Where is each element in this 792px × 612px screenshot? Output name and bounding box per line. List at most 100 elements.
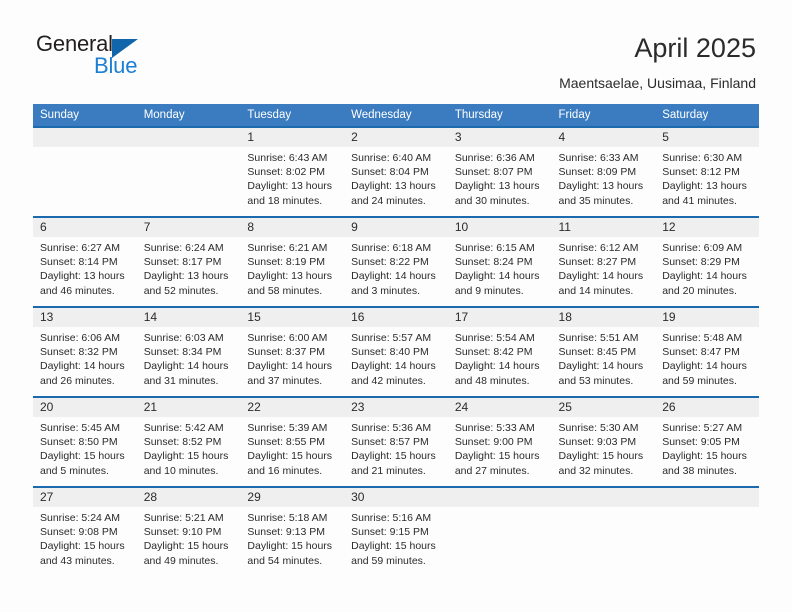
day-number: 21 <box>136 398 241 417</box>
day-number: 17 <box>447 308 552 327</box>
day-detail-line: and 21 minutes. <box>351 464 426 477</box>
day-detail-line: Daylight: 13 hours <box>247 180 333 193</box>
day-detail-line: Sunset: 8:40 PM <box>351 346 429 359</box>
day-number: 26 <box>655 398 759 417</box>
calendar-day-cell[interactable]: 25 Sunrise: 5:30 AM Sunset: 9:03 PM Dayligh… <box>551 396 656 487</box>
day-detail-line: and 32 minutes. <box>558 464 634 477</box>
day-details: Sunrise: 5:54 AM Sunset: 8:42 PM Daylight:… <box>448 327 552 388</box>
day-details <box>448 507 552 511</box>
day-detail-line: Daylight: 14 hours <box>351 360 436 373</box>
calendar-table: Sunday Monday Tuesday Wednesday Thursday… <box>33 104 759 576</box>
day-detail-line: and 37 minutes. <box>247 374 323 387</box>
weekday-header-monday: Monday <box>136 104 241 127</box>
day-details: Sunrise: 6:36 AM Sunset: 8:07 PM Daylight:… <box>448 147 552 208</box>
calendar-day-cell[interactable]: 12 Sunrise: 6:09 AM Sunset: 8:29 PM Dayligh… <box>655 216 759 307</box>
calendar-day-cell[interactable]: 26 Sunrise: 5:27 AM Sunset: 9:05 PM Dayligh… <box>655 396 759 487</box>
calendar-day-cell[interactable]: 21 Sunrise: 5:42 AM Sunset: 8:52 PM Dayligh… <box>136 396 241 487</box>
day-details: Sunrise: 5:57 AM Sunset: 8:40 PM Daylight:… <box>344 327 448 388</box>
day-number: 8 <box>240 218 345 237</box>
day-detail-line: Sunrise: 6:43 AM <box>247 152 328 164</box>
day-detail-line: Sunset: 8:34 PM <box>143 346 222 359</box>
calendar-day-cell[interactable]: 9 Sunrise: 6:18 AM Sunset: 8:22 PM Daylight… <box>344 216 448 307</box>
day-details: Sunrise: 6:30 AM Sunset: 8:12 PM Daylight:… <box>655 147 759 208</box>
calendar-day-cell[interactable]: 14 Sunrise: 6:03 AM Sunset: 8:34 PM Dayligh… <box>136 306 241 397</box>
day-detail-line: Daylight: 13 hours <box>454 180 540 193</box>
day-detail-line: Sunrise: 5:18 AM <box>247 512 328 524</box>
calendar-day-cell[interactable]: 24 Sunrise: 5:33 AM Sunset: 9:00 PM Dayligh… <box>447 396 552 487</box>
calendar-day-cell[interactable]: 20 Sunrise: 5:45 AM Sunset: 8:50 PM Dayligh… <box>33 396 137 487</box>
calendar-day-cell[interactable]: 11 Sunrise: 6:12 AM Sunset: 8:27 PM Dayligh… <box>551 216 656 307</box>
calendar-day-cell[interactable]: 17 Sunrise: 5:54 AM Sunset: 8:42 PM Dayligh… <box>447 306 552 397</box>
calendar-day-cell[interactable]: 1 Sunrise: 6:43 AM Sunset: 8:02 PM Daylight… <box>240 126 345 217</box>
calendar-page: General Blue April 2025 Maentsaelae, Uus… <box>0 0 792 612</box>
day-detail-line: and 27 minutes. <box>454 464 530 477</box>
day-number: 1 <box>240 128 345 147</box>
day-number: 2 <box>344 128 448 147</box>
weekday-header-saturday: Saturday <box>655 104 759 127</box>
day-details <box>33 147 137 151</box>
calendar-header-row: Sunday Monday Tuesday Wednesday Thursday… <box>33 104 759 127</box>
day-detail-line: and 9 minutes. <box>454 284 524 297</box>
day-detail-line: Sunrise: 5:16 AM <box>351 512 432 524</box>
day-detail-line: Sunset: 8:27 PM <box>558 256 637 269</box>
weekday-header-sunday: Sunday <box>33 104 137 127</box>
day-details: Sunrise: 5:16 AM Sunset: 9:15 PM Daylight:… <box>344 507 448 568</box>
calendar-week-row: 27 Sunrise: 5:24 AM Sunset: 9:08 PM Dayligh… <box>33 486 759 576</box>
day-details: Sunrise: 5:48 AM Sunset: 8:47 PM Daylight:… <box>655 327 759 388</box>
calendar-day-cell[interactable]: 22 Sunrise: 5:39 AM Sunset: 8:55 PM Dayligh… <box>240 396 345 487</box>
day-detail-line: Daylight: 15 hours <box>143 540 229 553</box>
day-details: Sunrise: 5:39 AM Sunset: 8:55 PM Daylight:… <box>240 417 344 478</box>
calendar-day-cell[interactable]: 15 Sunrise: 6:00 AM Sunset: 8:37 PM Dayligh… <box>240 306 345 397</box>
day-detail-line: and 5 minutes. <box>40 464 109 477</box>
day-number: 14 <box>136 308 241 327</box>
calendar-day-cell[interactable]: 30 Sunrise: 5:16 AM Sunset: 9:15 PM Dayligh… <box>344 486 448 576</box>
day-detail-line: Sunset: 8:55 PM <box>247 436 326 449</box>
calendar-day-cell[interactable]: 23 Sunrise: 5:36 AM Sunset: 8:57 PM Dayligh… <box>344 396 448 487</box>
day-detail-line: Sunrise: 5:54 AM <box>454 332 535 344</box>
calendar-day-cell[interactable]: 27 Sunrise: 5:24 AM Sunset: 9:08 PM Dayligh… <box>33 486 137 576</box>
calendar-day-cell[interactable]: 28 Sunrise: 5:21 AM Sunset: 9:10 PM Dayligh… <box>136 486 241 576</box>
day-details: Sunrise: 5:27 AM Sunset: 9:05 PM Daylight:… <box>655 417 759 478</box>
general-blue-logo: General Blue <box>36 31 236 87</box>
day-details: Sunrise: 5:51 AM Sunset: 8:45 PM Daylight:… <box>552 327 656 388</box>
day-number <box>33 128 137 147</box>
calendar-day-cell[interactable]: 13 Sunrise: 6:06 AM Sunset: 8:32 PM Dayligh… <box>33 306 137 397</box>
day-detail-line: Sunset: 8:09 PM <box>558 166 637 179</box>
day-detail-line: and 52 minutes. <box>143 284 219 297</box>
day-detail-line: and 3 minutes. <box>351 284 420 297</box>
day-detail-line: and 58 minutes. <box>247 284 323 297</box>
day-details: Sunrise: 6:43 AM Sunset: 8:02 PM Daylight:… <box>240 147 344 208</box>
day-details: Sunrise: 6:33 AM Sunset: 8:09 PM Daylight:… <box>552 147 656 208</box>
day-details: Sunrise: 5:42 AM Sunset: 8:52 PM Daylight:… <box>137 417 241 478</box>
calendar-day-cell[interactable]: 16 Sunrise: 5:57 AM Sunset: 8:40 PM Dayligh… <box>344 306 448 397</box>
calendar-day-cell[interactable]: 10 Sunrise: 6:15 AM Sunset: 8:24 PM Dayligh… <box>447 216 552 307</box>
calendar-day-cell[interactable]: 4 Sunrise: 6:33 AM Sunset: 8:09 PM Daylight… <box>551 126 656 217</box>
day-number: 18 <box>551 308 656 327</box>
calendar-day-cell[interactable]: 8 Sunrise: 6:21 AM Sunset: 8:19 PM Daylight… <box>240 216 345 307</box>
day-details: Sunrise: 6:09 AM Sunset: 8:29 PM Daylight:… <box>655 237 759 298</box>
calendar-day-cell[interactable]: 29 Sunrise: 5:18 AM Sunset: 9:13 PM Dayligh… <box>240 486 345 576</box>
calendar-day-cell[interactable]: 5 Sunrise: 6:30 AM Sunset: 8:12 PM Daylight… <box>655 126 759 217</box>
day-detail-line: and 49 minutes. <box>143 554 219 567</box>
calendar-day-cell[interactable]: 6 Sunrise: 6:27 AM Sunset: 8:14 PM Daylight… <box>33 216 137 307</box>
calendar-body: 1 Sunrise: 6:43 AM Sunset: 8:02 PM Daylight… <box>33 126 759 576</box>
day-number: 24 <box>447 398 552 417</box>
day-detail-line: and 31 minutes. <box>143 374 219 387</box>
calendar-day-cell[interactable]: 2 Sunrise: 6:40 AM Sunset: 8:04 PM Daylight… <box>344 126 448 217</box>
day-detail-line: Daylight: 14 hours <box>558 360 644 373</box>
day-detail-line: Sunset: 9:03 PM <box>558 436 637 449</box>
calendar-day-cell[interactable]: 7 Sunrise: 6:24 AM Sunset: 8:17 PM Daylight… <box>136 216 241 307</box>
page-subtitle-location: Maentsaelae, Uusimaa, Finland <box>559 75 756 91</box>
day-number: 22 <box>240 398 345 417</box>
day-detail-line: Daylight: 14 hours <box>558 270 644 283</box>
calendar-day-cell[interactable]: 19 Sunrise: 5:48 AM Sunset: 8:47 PM Dayligh… <box>655 306 759 397</box>
day-detail-line: Sunset: 8:14 PM <box>40 256 118 269</box>
day-detail-line: Sunrise: 5:36 AM <box>351 422 432 434</box>
day-number <box>551 488 656 507</box>
day-details: Sunrise: 5:45 AM Sunset: 8:50 PM Daylight:… <box>33 417 137 478</box>
day-detail-line: Sunrise: 6:00 AM <box>247 332 328 344</box>
calendar-day-cell[interactable]: 3 Sunrise: 6:36 AM Sunset: 8:07 PM Daylight… <box>447 126 552 217</box>
day-detail-line: Sunset: 9:13 PM <box>247 526 326 539</box>
calendar-day-cell[interactable]: 18 Sunrise: 5:51 AM Sunset: 8:45 PM Dayligh… <box>551 306 656 397</box>
day-number: 13 <box>33 308 137 327</box>
